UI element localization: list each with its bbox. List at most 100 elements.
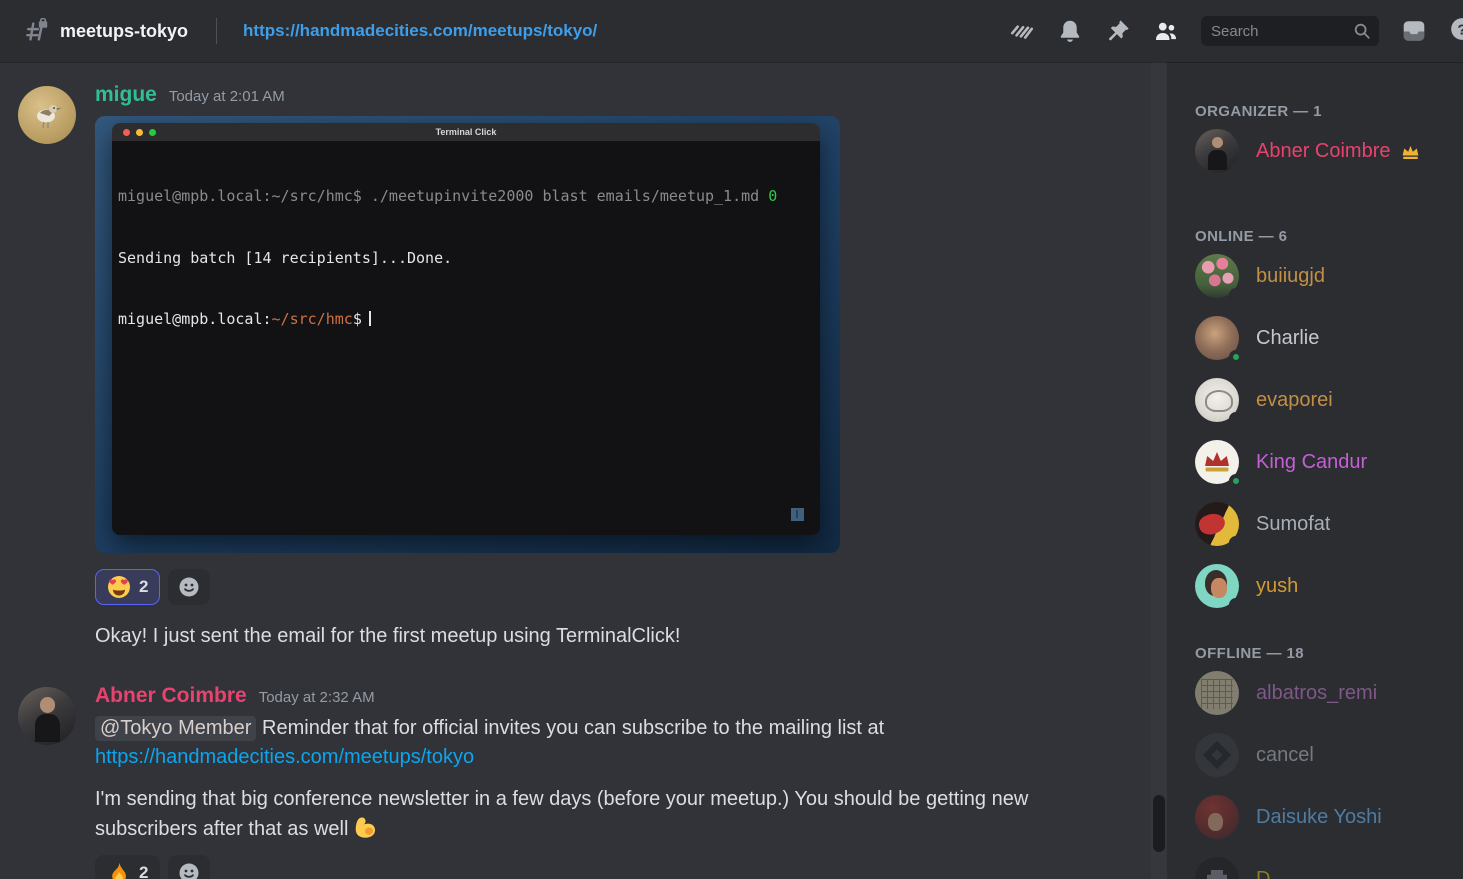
discord-app: meetups-tokyo https://handmadecities.com… (0, 0, 1463, 879)
header-divider (216, 18, 217, 44)
chat-scrollbar-thumb[interactable] (1153, 795, 1165, 852)
member-name: Sumofat (1256, 513, 1330, 536)
member-name: buiiugjd (1256, 265, 1325, 288)
member-section-offline: OFFLINE — 18 (1195, 645, 1455, 662)
traffic-light-minimize (136, 129, 143, 136)
inbox-icon[interactable] (1401, 18, 1427, 44)
message-text: @Tokyo Member Reminder that for official… (95, 714, 1105, 772)
member-row-sumofat[interactable]: Sumofat (1195, 493, 1455, 555)
status-online-icon (1229, 350, 1243, 364)
reaction-count: 2 (139, 577, 148, 597)
status-idle-icon (1229, 598, 1243, 612)
member-list: ORGANIZER — 1 Abner Coimbre ONLINE — 6 (1167, 62, 1463, 879)
channel-hashtag-lock-icon (24, 18, 50, 44)
member-name: evaporei (1256, 389, 1333, 412)
add-reaction-smiley-icon (177, 575, 201, 599)
member-list-toggle-icon[interactable] (1153, 18, 1179, 44)
message-group-migue: migue Today at 2:01 AM Terminal Click (18, 83, 1167, 651)
member-avatar (1195, 733, 1239, 777)
svg-text:?: ? (1457, 21, 1463, 38)
terminal-screenshot-attachment[interactable]: Terminal Click miguel@mpb.local:~/src/hm… (95, 116, 840, 553)
member-row-buiiugjd[interactable]: buiiugjd (1195, 245, 1455, 307)
avatar-migue[interactable] (18, 86, 76, 144)
terminal-line: Sending batch [14 recipients]...Done. (118, 248, 820, 269)
member-name: cancel (1256, 744, 1314, 767)
member-row-albatros-remi[interactable]: albatros_remi (1195, 662, 1455, 724)
notifications-bell-icon[interactable] (1057, 18, 1083, 44)
member-avatar (1195, 671, 1239, 715)
channel-name: meetups-tokyo (60, 21, 188, 42)
fire-emoji-icon (107, 861, 131, 879)
avatar-abner-coimbre[interactable] (18, 687, 76, 745)
member-row-partial[interactable]: D (1195, 848, 1455, 879)
channel-header: meetups-tokyo https://handmadecities.com… (0, 0, 1463, 62)
pinned-messages-icon[interactable] (1105, 18, 1131, 44)
help-icon: ? (1449, 16, 1463, 42)
add-reaction-smiley-icon (177, 861, 201, 879)
member-name: Charlie (1256, 327, 1319, 350)
threads-icon[interactable] (1009, 18, 1035, 44)
member-name: albatros_remi (1256, 682, 1377, 705)
terminal-cursor (369, 311, 371, 326)
message-text: I'm sending that big conference newslett… (95, 785, 1105, 844)
member-row-daisuke-yoshi[interactable]: Daisuke Yoshi (1195, 786, 1455, 848)
server-owner-crown-icon (1400, 141, 1421, 162)
member-row-abner-coimbre[interactable]: Abner Coimbre (1195, 120, 1455, 182)
terminal-output: miguel@mpb.local:~/src/hmc$ ./meetupinvi… (112, 141, 820, 535)
member-name: King Candur (1256, 451, 1367, 474)
reaction-heart-eyes[interactable]: 2 (95, 569, 160, 605)
add-reaction-button[interactable] (168, 855, 210, 879)
member-row-charlie[interactable]: Charlie (1195, 307, 1455, 369)
message-author[interactable]: Abner Coimbre (95, 684, 247, 708)
terminal-scroll-indicator (791, 508, 804, 521)
member-section-online: ONLINE — 6 (1195, 228, 1455, 245)
lock-icon (39, 18, 47, 27)
member-row-evaporei[interactable]: evaporei (1195, 369, 1455, 431)
status-idle-icon (1229, 536, 1243, 550)
search-bar[interactable] (1201, 16, 1379, 46)
role-mention[interactable]: @Tokyo Member (95, 716, 256, 741)
member-row-king-candur[interactable]: King Candur (1195, 431, 1455, 493)
chat-scrollbar[interactable] (1151, 62, 1167, 879)
search-input[interactable] (1211, 23, 1341, 40)
message-timestamp: Today at 2:32 AM (259, 689, 375, 706)
terminal-titlebar: Terminal Click (112, 123, 820, 141)
help-button[interactable]: ? (1449, 16, 1463, 47)
avatar-person-shape (40, 697, 55, 712)
status-idle-icon (1229, 412, 1243, 426)
reactions-row: 2 (95, 855, 1105, 879)
terminal-line: miguel@mpb.local:~/src/hmc$ ./meetupinvi… (118, 186, 820, 207)
message-text-run: I'm sending that big conference newslett… (95, 788, 1028, 840)
chat-messages-area: migue Today at 2:01 AM Terminal Click (0, 62, 1167, 879)
heart-eyes-emoji-icon (107, 575, 131, 599)
status-online-icon (1229, 474, 1243, 488)
message-text: Okay! I just sent the email for the firs… (95, 622, 840, 651)
member-name: Abner Coimbre (1256, 140, 1391, 163)
member-name: D (1256, 868, 1270, 879)
reactions-row: 2 (95, 569, 840, 605)
flexed-biceps-emoji-icon (352, 814, 379, 841)
status-idle-icon (1229, 163, 1243, 177)
member-avatar (1195, 795, 1239, 839)
message-timestamp: Today at 2:01 AM (169, 88, 285, 105)
add-reaction-button[interactable] (168, 569, 210, 605)
member-row-cancel[interactable]: cancel (1195, 724, 1455, 786)
member-name: yush (1256, 575, 1298, 598)
member-row-yush[interactable]: yush (1195, 555, 1455, 617)
terminal-title: Terminal Click (436, 127, 497, 137)
message-text-run: Reminder that for official invites you c… (262, 717, 884, 739)
reaction-count: 2 (139, 863, 148, 879)
message-link[interactable]: https://handmadecities.com/meetups/tokyo (95, 746, 474, 768)
message-author[interactable]: migue (95, 83, 157, 107)
member-avatar (1195, 857, 1239, 879)
search-icon (1353, 22, 1371, 40)
reaction-fire[interactable]: 2 (95, 855, 160, 879)
channel-topic-link[interactable]: https://handmadecities.com/meetups/tokyo… (243, 21, 597, 41)
status-idle-icon (1229, 288, 1243, 302)
terminal-window: Terminal Click miguel@mpb.local:~/src/hm… (112, 123, 820, 535)
traffic-light-close (123, 129, 130, 136)
member-section-organizer: ORGANIZER — 1 (1195, 103, 1455, 120)
terminal-line: miguel@mpb.local:~/src/hmc$ (118, 309, 820, 330)
member-name: Daisuke Yoshi (1256, 806, 1382, 829)
crown-avatar-illustration (1202, 450, 1232, 474)
